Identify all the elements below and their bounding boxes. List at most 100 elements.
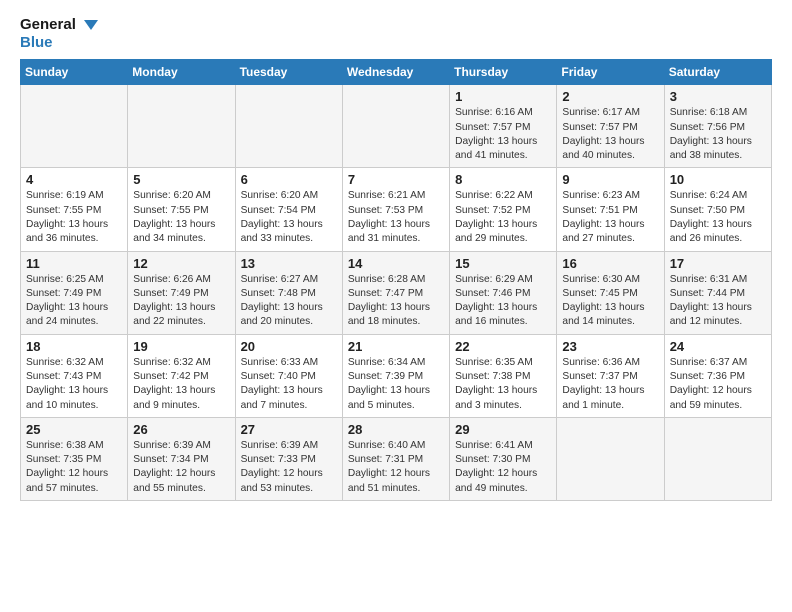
- calendar-cell: 13 Sunrise: 6:27 AM Sunset: 7:48 PM Dayli…: [235, 251, 342, 334]
- cell-details: Sunrise: 6:28 AM Sunset: 7:47 PM Dayligh…: [348, 273, 444, 330]
- cell-details: Sunrise: 6:25 AM Sunset: 7:49 PM Dayligh…: [26, 273, 122, 330]
- day-number: 8: [455, 172, 551, 187]
- cell-details: Sunrise: 6:29 AM Sunset: 7:46 PM Dayligh…: [455, 273, 551, 330]
- logo: General Blue: [20, 16, 100, 51]
- day-number: 6: [241, 172, 337, 187]
- column-header-wednesday: Wednesday: [342, 60, 449, 85]
- logo-blue: Blue: [20, 34, 100, 51]
- day-number: 4: [26, 172, 122, 187]
- calendar-cell: 1 Sunrise: 6:16 AM Sunset: 7:57 PM Daylig…: [450, 85, 557, 168]
- day-number: 5: [133, 172, 229, 187]
- day-number: 18: [26, 339, 122, 354]
- day-number: 24: [670, 339, 766, 354]
- calendar-cell: 27 Sunrise: 6:39 AM Sunset: 7:33 PM Dayli…: [235, 417, 342, 500]
- column-header-tuesday: Tuesday: [235, 60, 342, 85]
- calendar-cell: 29Sunrise: 6:41 AM Sunset: 7:30 PM Dayli…: [450, 417, 557, 500]
- day-number: 7: [348, 172, 444, 187]
- logo-general: General: [20, 16, 100, 34]
- calendar-cell: [557, 417, 664, 500]
- calendar-cell: 20Sunrise: 6:33 AM Sunset: 7:40 PM Dayli…: [235, 334, 342, 417]
- cell-details: Sunrise: 6:21 AM Sunset: 7:53 PM Dayligh…: [348, 189, 444, 246]
- day-number: 17: [670, 256, 766, 271]
- day-number: 3: [670, 89, 766, 104]
- cell-details: Sunrise: 6:20 AM Sunset: 7:55 PM Dayligh…: [133, 189, 229, 246]
- column-header-friday: Friday: [557, 60, 664, 85]
- calendar-cell: 26 Sunrise: 6:39 AM Sunset: 7:34 PM Dayli…: [128, 417, 235, 500]
- day-number: 15: [455, 256, 551, 271]
- cell-details: Sunrise: 6:30 AM Sunset: 7:45 PM Dayligh…: [562, 273, 658, 330]
- calendar-cell: 24 Sunrise: 6:37 AM Sunset: 7:36 PM Dayli…: [664, 334, 771, 417]
- cell-details: Sunrise: 6:38 AM Sunset: 7:35 PM Dayligh…: [26, 439, 122, 496]
- calendar-cell: 14 Sunrise: 6:28 AM Sunset: 7:47 PM Dayli…: [342, 251, 449, 334]
- cell-details: Sunrise: 6:32 AM Sunset: 7:42 PM Dayligh…: [133, 356, 229, 413]
- calendar-cell: 19 Sunrise: 6:32 AM Sunset: 7:42 PM Dayli…: [128, 334, 235, 417]
- calendar-cell: 23 Sunrise: 6:36 AM Sunset: 7:37 PM Dayli…: [557, 334, 664, 417]
- calendar-cell: [128, 85, 235, 168]
- calendar-cell: 16Sunrise: 6:30 AM Sunset: 7:45 PM Dayli…: [557, 251, 664, 334]
- cell-details: Sunrise: 6:18 AM Sunset: 7:56 PM Dayligh…: [670, 106, 766, 163]
- calendar-cell: [21, 85, 128, 168]
- day-number: 21: [348, 339, 444, 354]
- calendar-cell: 3 Sunrise: 6:18 AM Sunset: 7:56 PM Daylig…: [664, 85, 771, 168]
- calendar-cell: 17 Sunrise: 6:31 AM Sunset: 7:44 PM Dayli…: [664, 251, 771, 334]
- cell-details: Sunrise: 6:16 AM Sunset: 7:57 PM Dayligh…: [455, 106, 551, 163]
- logo-text: General Blue: [20, 16, 100, 51]
- day-number: 23: [562, 339, 658, 354]
- calendar-cell: 22 Sunrise: 6:35 AM Sunset: 7:38 PM Dayli…: [450, 334, 557, 417]
- cell-details: Sunrise: 6:27 AM Sunset: 7:48 PM Dayligh…: [241, 273, 337, 330]
- calendar-cell: 18 Sunrise: 6:32 AM Sunset: 7:43 PM Dayli…: [21, 334, 128, 417]
- cell-details: Sunrise: 6:23 AM Sunset: 7:51 PM Dayligh…: [562, 189, 658, 246]
- column-header-saturday: Saturday: [664, 60, 771, 85]
- cell-details: Sunrise: 6:40 AM Sunset: 7:31 PM Dayligh…: [348, 439, 444, 496]
- calendar-cell: 2 Sunrise: 6:17 AM Sunset: 7:57 PM Daylig…: [557, 85, 664, 168]
- cell-details: Sunrise: 6:22 AM Sunset: 7:52 PM Dayligh…: [455, 189, 551, 246]
- day-number: 20: [241, 339, 337, 354]
- day-number: 10: [670, 172, 766, 187]
- day-number: 14: [348, 256, 444, 271]
- cell-details: Sunrise: 6:36 AM Sunset: 7:37 PM Dayligh…: [562, 356, 658, 413]
- calendar-cell: 28 Sunrise: 6:40 AM Sunset: 7:31 PM Dayli…: [342, 417, 449, 500]
- day-number: 13: [241, 256, 337, 271]
- cell-details: Sunrise: 6:34 AM Sunset: 7:39 PM Dayligh…: [348, 356, 444, 413]
- day-number: 26: [133, 422, 229, 437]
- day-number: 9: [562, 172, 658, 187]
- calendar-cell: 12 Sunrise: 6:26 AM Sunset: 7:49 PM Dayli…: [128, 251, 235, 334]
- cell-details: Sunrise: 6:20 AM Sunset: 7:54 PM Dayligh…: [241, 189, 337, 246]
- calendar-cell: 6 Sunrise: 6:20 AM Sunset: 7:54 PM Daylig…: [235, 168, 342, 251]
- logo-arrow-icon: [82, 16, 100, 34]
- day-number: 1: [455, 89, 551, 104]
- day-number: 11: [26, 256, 122, 271]
- cell-details: Sunrise: 6:32 AM Sunset: 7:43 PM Dayligh…: [26, 356, 122, 413]
- calendar-table: SundayMondayTuesdayWednesdayThursdayFrid…: [20, 59, 772, 501]
- calendar-cell: [664, 417, 771, 500]
- cell-details: Sunrise: 6:39 AM Sunset: 7:34 PM Dayligh…: [133, 439, 229, 496]
- day-number: 2: [562, 89, 658, 104]
- cell-details: Sunrise: 6:35 AM Sunset: 7:38 PM Dayligh…: [455, 356, 551, 413]
- cell-details: Sunrise: 6:39 AM Sunset: 7:33 PM Dayligh…: [241, 439, 337, 496]
- cell-details: Sunrise: 6:41 AM Sunset: 7:30 PM Dayligh…: [455, 439, 551, 496]
- day-number: 12: [133, 256, 229, 271]
- day-number: 25: [26, 422, 122, 437]
- calendar-cell: 5 Sunrise: 6:20 AM Sunset: 7:55 PM Daylig…: [128, 168, 235, 251]
- page-header: General Blue: [20, 16, 772, 51]
- calendar-cell: 21 Sunrise: 6:34 AM Sunset: 7:39 PM Dayli…: [342, 334, 449, 417]
- calendar-cell: [342, 85, 449, 168]
- day-number: 28: [348, 422, 444, 437]
- calendar-cell: 8 Sunrise: 6:22 AM Sunset: 7:52 PM Daylig…: [450, 168, 557, 251]
- calendar-cell: 10 Sunrise: 6:24 AM Sunset: 7:50 PM Dayli…: [664, 168, 771, 251]
- calendar-cell: 25 Sunrise: 6:38 AM Sunset: 7:35 PM Dayli…: [21, 417, 128, 500]
- calendar-cell: 9 Sunrise: 6:23 AM Sunset: 7:51 PM Daylig…: [557, 168, 664, 251]
- day-number: 27: [241, 422, 337, 437]
- calendar-cell: 7 Sunrise: 6:21 AM Sunset: 7:53 PM Daylig…: [342, 168, 449, 251]
- calendar-cell: 4Sunrise: 6:19 AM Sunset: 7:55 PM Daylig…: [21, 168, 128, 251]
- day-number: 19: [133, 339, 229, 354]
- cell-details: Sunrise: 6:17 AM Sunset: 7:57 PM Dayligh…: [562, 106, 658, 163]
- calendar-cell: 11 Sunrise: 6:25 AM Sunset: 7:49 PM Dayli…: [21, 251, 128, 334]
- cell-details: Sunrise: 6:37 AM Sunset: 7:36 PM Dayligh…: [670, 356, 766, 413]
- cell-details: Sunrise: 6:24 AM Sunset: 7:50 PM Dayligh…: [670, 189, 766, 246]
- cell-details: Sunrise: 6:26 AM Sunset: 7:49 PM Dayligh…: [133, 273, 229, 330]
- column-header-monday: Monday: [128, 60, 235, 85]
- column-header-sunday: Sunday: [21, 60, 128, 85]
- cell-details: Sunrise: 6:31 AM Sunset: 7:44 PM Dayligh…: [670, 273, 766, 330]
- day-number: 22: [455, 339, 551, 354]
